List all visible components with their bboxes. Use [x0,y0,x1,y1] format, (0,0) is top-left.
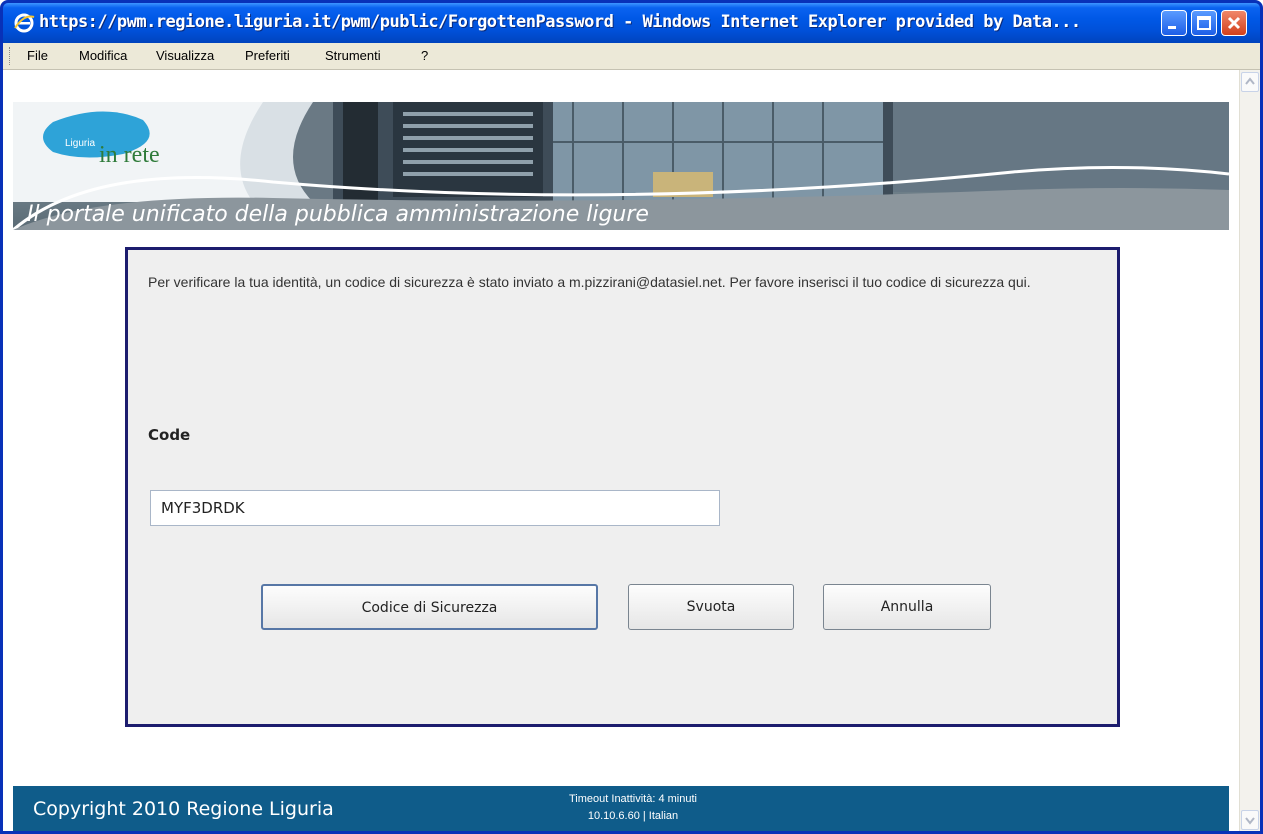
timeout-text: Timeout Inattività: 4 minuti [569,793,697,805]
menu-grip [9,47,13,65]
minimize-icon [1168,26,1176,29]
footer-info: Timeout Inattività: 4 minuti 10.10.6.60 … [503,791,763,825]
code-label: Code [148,426,191,444]
close-button[interactable] [1221,10,1247,36]
copyright-text: Copyright 2010 Regione Liguria [33,798,334,820]
instruction-message: Per verificare la tua identità, un codic… [148,274,1031,290]
scroll-up-button[interactable] [1241,72,1259,92]
submit-code-button[interactable]: Codice di Sicurezza [261,584,598,630]
minimize-button[interactable] [1161,10,1187,36]
header-banner: Liguria in rete Il portale unificato del… [13,102,1229,230]
close-icon [1227,16,1241,30]
title-bar[interactable]: https://pwm.regione.liguria.it/pwm/publi… [3,3,1260,43]
scroll-up-arrow-icon [1245,77,1255,85]
page-footer: Copyright 2010 Regione Liguria Timeout I… [13,786,1229,831]
banner-slogan: Il portale unificato della pubblica ammi… [27,202,649,227]
page-viewport: Liguria in rete Il portale unificato del… [3,70,1239,831]
cancel-button[interactable]: Annulla [823,584,991,630]
forgotten-password-panel: Per verificare la tua identità, un codic… [125,247,1120,727]
menu-file[interactable]: File [27,48,48,63]
menu-preferiti[interactable]: Preferiti [245,48,290,63]
maximize-icon [1197,16,1211,30]
code-input[interactable] [150,490,720,526]
menu-bar: File Modifica Visualizza Preferiti Strum… [3,43,1260,70]
scroll-down-button[interactable] [1241,810,1259,830]
browser-window: https://pwm.regione.liguria.it/pwm/publi… [0,0,1263,834]
menu-modifica[interactable]: Modifica [79,48,127,63]
maximize-button[interactable] [1191,10,1217,36]
ie-logo-icon [14,13,35,33]
window-title: https://pwm.regione.liguria.it/pwm/publi… [39,12,1081,32]
server-info-text: 10.10.6.60 | Italian [587,810,679,822]
clear-button[interactable]: Svuota [628,584,794,630]
logo-main-text: in rete [99,142,160,168]
menu-strumenti[interactable]: Strumenti [325,48,381,63]
logo-small-text: Liguria [65,138,96,149]
scroll-down-arrow-icon [1245,817,1255,825]
vertical-scrollbar[interactable] [1239,70,1260,831]
menu-help[interactable]: ? [421,48,428,63]
menu-visualizza[interactable]: Visualizza [156,48,214,63]
